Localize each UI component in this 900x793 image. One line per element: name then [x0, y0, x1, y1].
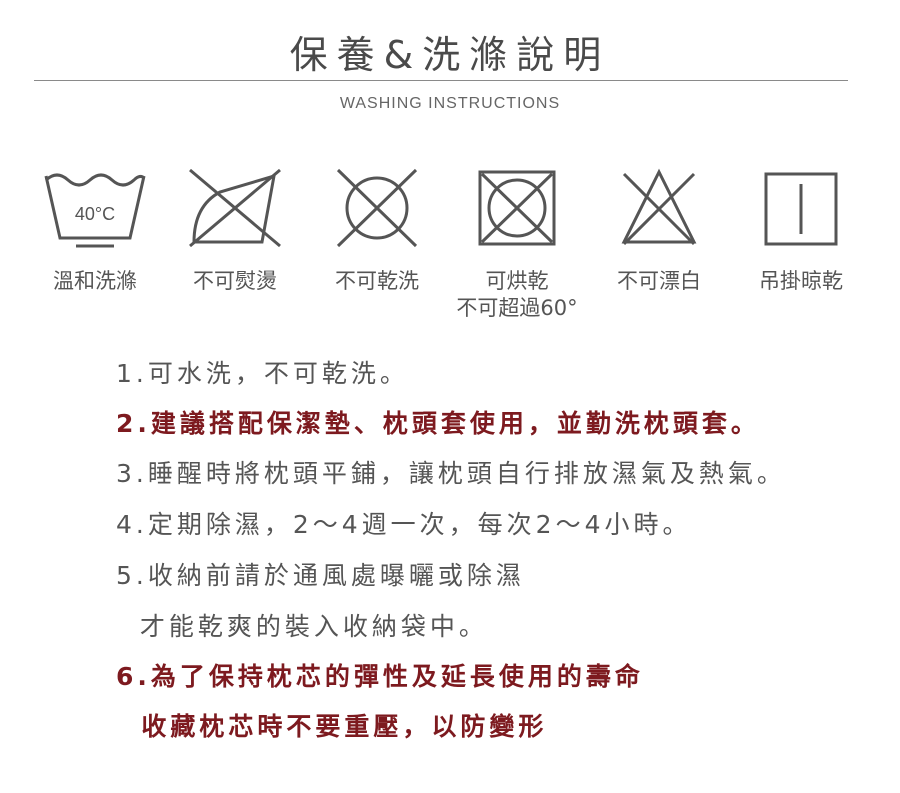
care-label-no-iron: 不可熨燙	[193, 269, 277, 293]
no-iron-icon	[180, 166, 290, 250]
instruction-5-cont: 才能乾爽的裝入收納袋中。	[116, 612, 488, 641]
instruction-2: 2.建議搭配保潔墊、枕頭套使用，並勤洗枕頭套。	[116, 409, 760, 438]
care-label-wash: 溫和洗滌	[53, 269, 137, 293]
wash-tub-40c-icon: 40°C	[40, 166, 150, 250]
title-divider	[34, 80, 848, 81]
wash-temp-text: 40°C	[75, 204, 115, 224]
care-label-line-dry: 吊掛晾乾	[759, 269, 843, 293]
instruction-6-cont: 收藏枕芯時不要重壓，以防變形	[116, 712, 548, 741]
care-label-tumble-dry-line1: 可烘乾	[485, 269, 549, 293]
care-label-tumble-dry: 可烘乾 不可超過60°	[447, 268, 587, 322]
no-bleach-icon	[604, 166, 714, 250]
instruction-1: 1.可水洗，不可乾洗。	[116, 359, 409, 388]
care-label-no-dry-clean: 不可乾洗	[335, 269, 419, 293]
instruction-6: 6.為了保持枕芯的彈性及延長使用的壽命	[116, 662, 644, 691]
line-dry-icon	[746, 166, 856, 250]
instruction-4: 4.定期除濕，2～4週一次，每次2～4小時。	[116, 510, 692, 539]
care-label-tumble-dry-line2: 不可超過60°	[456, 296, 578, 320]
page-subtitle: WASHING INSTRUCTIONS	[339, 95, 561, 112]
care-label-no-bleach: 不可漂白	[617, 269, 701, 293]
tumble-dry-icon	[462, 166, 572, 250]
page-title: 保養&洗滌說明	[289, 33, 611, 77]
instruction-3: 3.睡醒時將枕頭平鋪，讓枕頭自行排放濕氣及熱氣。	[116, 459, 786, 488]
instruction-5: 5.收納前請於通風處曝曬或除濕	[116, 561, 525, 590]
no-dry-clean-icon	[322, 166, 432, 250]
